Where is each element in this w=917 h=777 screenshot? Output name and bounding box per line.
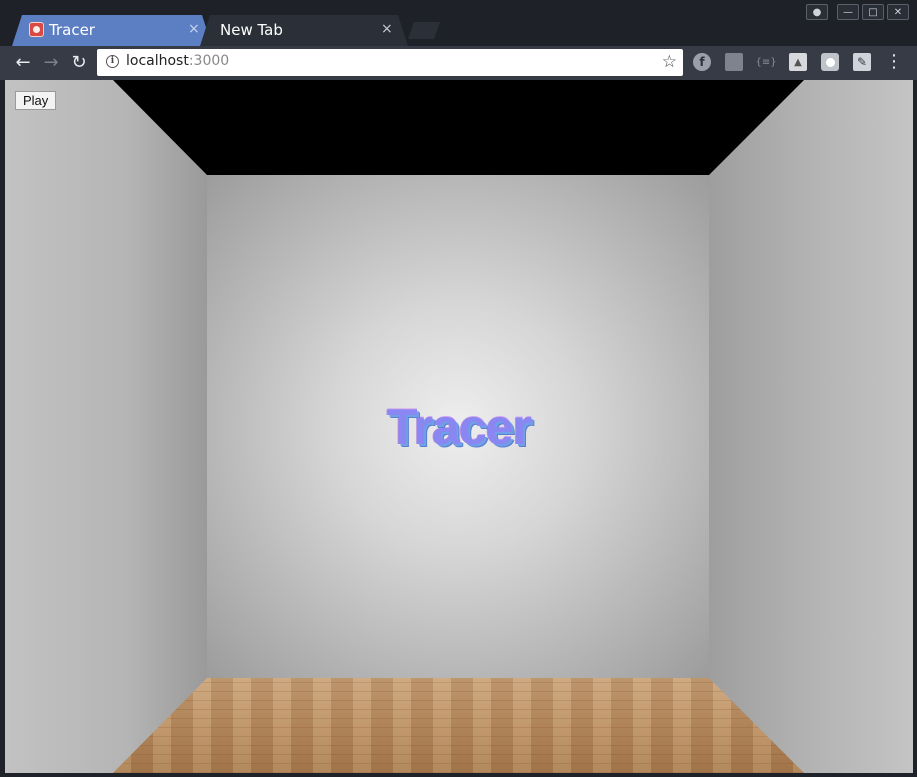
wrench-icon[interactable]: ✎ xyxy=(853,53,871,71)
reload-icon[interactable]: ↻ xyxy=(68,52,90,74)
wooden-floor xyxy=(113,678,804,773)
document-icon[interactable] xyxy=(725,53,743,71)
url-host: localhost xyxy=(126,53,189,69)
tab-close-icon[interactable]: × xyxy=(188,21,200,37)
tab-title: Tracer xyxy=(49,21,95,39)
tab-new-tab[interactable]: New Tab × xyxy=(200,15,408,46)
json-icon[interactable]: {≡} xyxy=(755,53,776,71)
menu-icon[interactable]: ⋮ xyxy=(885,51,903,73)
drive-icon[interactable]: ▲ xyxy=(789,53,807,71)
ceiling xyxy=(113,80,804,175)
maximize-icon[interactable]: □ xyxy=(862,4,884,20)
scene-title-text: Tracer xyxy=(386,399,532,455)
page-viewport: Tracer Play xyxy=(5,80,913,773)
window-controls: ● — □ ✕ xyxy=(806,4,909,20)
close-icon[interactable]: ✕ xyxy=(887,4,909,20)
tracer-favicon-icon xyxy=(29,22,44,37)
person-icon[interactable]: ● xyxy=(806,4,828,20)
bookmark-star-icon[interactable]: ☆ xyxy=(662,52,677,72)
url-port: :3000 xyxy=(188,53,230,69)
tab-tracer[interactable]: Tracer × xyxy=(12,15,212,46)
back-arrow-icon[interactable]: ← xyxy=(12,52,34,74)
new-tab-button[interactable] xyxy=(408,22,440,39)
browser-toolbar: ← → ↻ i localhost:3000 ☆ f {≡} ▲ ✎ ⋮ xyxy=(0,46,917,80)
tab-title: New Tab xyxy=(220,21,283,39)
fedora-icon[interactable]: f xyxy=(693,53,711,71)
play-button[interactable]: Play xyxy=(15,91,57,110)
tab-close-icon[interactable]: × xyxy=(381,21,393,37)
forward-arrow-icon[interactable]: → xyxy=(40,52,62,74)
title-bar: ● — □ ✕ Tracer × New Tab × xyxy=(0,0,917,46)
record-icon[interactable] xyxy=(821,53,839,71)
info-icon[interactable]: i xyxy=(106,55,119,68)
address-bar[interactable]: i localhost:3000 ☆ xyxy=(97,49,683,76)
minimize-icon[interactable]: — xyxy=(837,4,859,20)
url-text[interactable]: localhost:3000 xyxy=(126,53,229,69)
webgl-canvas[interactable]: Tracer xyxy=(5,80,913,773)
